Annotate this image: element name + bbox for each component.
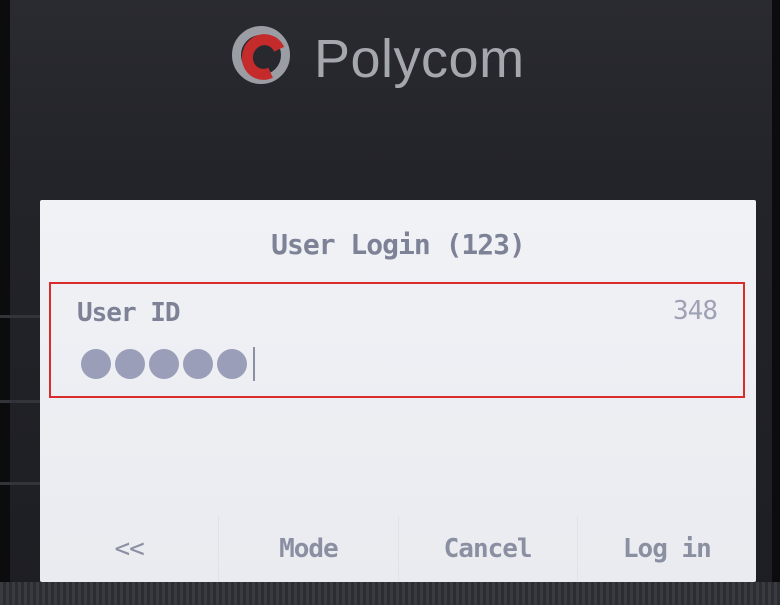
polycom-logo-icon <box>228 22 302 96</box>
bezel-left-edge <box>0 0 10 605</box>
brand-name: Polycom <box>314 29 525 89</box>
softkey-cancel[interactable]: Cancel <box>397 516 577 582</box>
text-cursor <box>253 347 255 381</box>
side-line-key[interactable] <box>0 482 40 485</box>
bezel-bottom-strip <box>0 582 780 605</box>
masked-char-dot <box>81 349 111 379</box>
softkey-mode[interactable]: Mode <box>218 516 397 582</box>
side-line-key[interactable] <box>0 400 40 403</box>
field-character-count: 348 <box>673 296 718 326</box>
masked-input-value[interactable] <box>81 346 255 382</box>
field-label: User ID <box>77 298 181 328</box>
softkey-login[interactable]: Log in <box>576 516 756 582</box>
lcd-screen: User Login (123) User ID 348 << Mode Can… <box>40 200 756 582</box>
masked-char-dot <box>115 349 145 379</box>
side-line-key[interactable] <box>0 315 40 318</box>
user-id-field[interactable]: User ID 348 <box>49 282 745 398</box>
screen-title: User Login (123) <box>271 228 526 261</box>
softkey-back[interactable]: << <box>40 516 218 582</box>
masked-char-dot <box>183 349 213 379</box>
softkey-bar: << Mode Cancel Log in <box>40 516 756 582</box>
bezel-right-edge <box>772 0 780 605</box>
brand-header: Polycom <box>228 22 525 96</box>
masked-char-dot <box>149 349 179 379</box>
masked-char-dot <box>217 349 247 379</box>
